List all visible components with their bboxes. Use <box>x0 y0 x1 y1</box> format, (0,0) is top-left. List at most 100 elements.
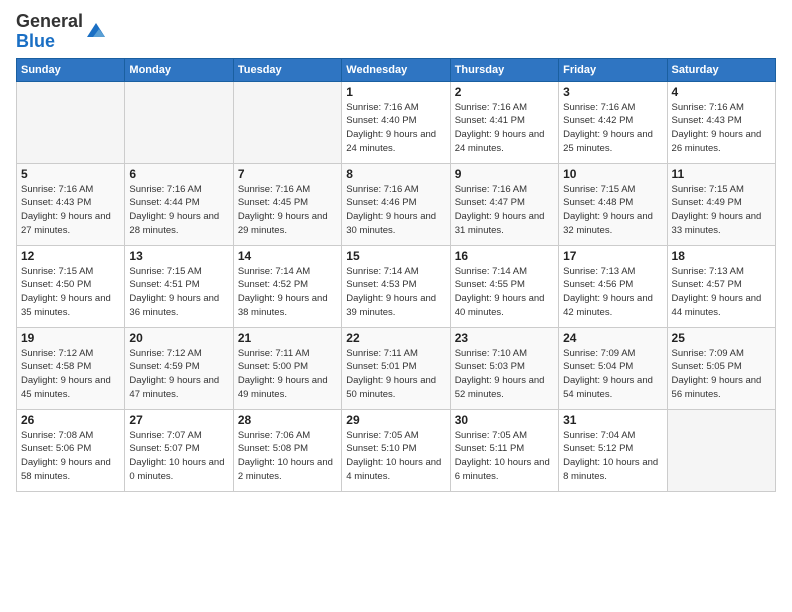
day-info: Sunrise: 7:14 AMSunset: 4:55 PMDaylight:… <box>455 265 554 320</box>
calendar-cell <box>233 81 341 163</box>
day-number: 1 <box>346 85 445 99</box>
header-friday: Friday <box>559 58 667 81</box>
page: General Blue SundayMondayTuesdayWednesda… <box>0 0 792 612</box>
day-info: Sunrise: 7:16 AMSunset: 4:40 PMDaylight:… <box>346 101 445 156</box>
week-row-5: 26 Sunrise: 7:08 AMSunset: 5:06 PMDayligh… <box>17 409 776 491</box>
calendar-cell: 20 Sunrise: 7:12 AMSunset: 4:59 PMDayligh… <box>125 327 233 409</box>
calendar-cell: 3 Sunrise: 7:16 AMSunset: 4:42 PMDaylight… <box>559 81 667 163</box>
day-info: Sunrise: 7:16 AMSunset: 4:47 PMDaylight:… <box>455 183 554 238</box>
day-number: 7 <box>238 167 337 181</box>
day-number: 16 <box>455 249 554 263</box>
calendar-cell <box>17 81 125 163</box>
day-info: Sunrise: 7:16 AMSunset: 4:41 PMDaylight:… <box>455 101 554 156</box>
calendar-cell <box>125 81 233 163</box>
day-number: 9 <box>455 167 554 181</box>
header-wednesday: Wednesday <box>342 58 450 81</box>
calendar-cell: 23 Sunrise: 7:10 AMSunset: 5:03 PMDayligh… <box>450 327 558 409</box>
calendar-cell: 30 Sunrise: 7:05 AMSunset: 5:11 PMDayligh… <box>450 409 558 491</box>
day-info: Sunrise: 7:15 AMSunset: 4:51 PMDaylight:… <box>129 265 228 320</box>
day-info: Sunrise: 7:04 AMSunset: 5:12 PMDaylight:… <box>563 429 662 484</box>
calendar-cell: 2 Sunrise: 7:16 AMSunset: 4:41 PMDaylight… <box>450 81 558 163</box>
calendar-cell: 17Sunrise: 7:13 AMSunset: 4:56 PMDayligh… <box>559 245 667 327</box>
calendar-cell: 6 Sunrise: 7:16 AMSunset: 4:44 PMDaylight… <box>125 163 233 245</box>
calendar-cell: 21 Sunrise: 7:11 AMSunset: 5:00 PMDayligh… <box>233 327 341 409</box>
logo-general: General <box>16 11 83 31</box>
day-number: 23 <box>455 331 554 345</box>
day-number: 6 <box>129 167 228 181</box>
day-info: Sunrise: 7:06 AMSunset: 5:08 PMDaylight:… <box>238 429 337 484</box>
calendar-cell: 18 Sunrise: 7:13 AMSunset: 4:57 PMDayligh… <box>667 245 775 327</box>
day-number: 12 <box>21 249 120 263</box>
day-info: Sunrise: 7:13 AMSunset: 4:57 PMDaylight:… <box>672 265 771 320</box>
header-sunday: Sunday <box>17 58 125 81</box>
day-number: 20 <box>129 331 228 345</box>
day-info: Sunrise: 7:14 AMSunset: 4:53 PMDaylight:… <box>346 265 445 320</box>
day-info: Sunrise: 7:05 AMSunset: 5:10 PMDaylight:… <box>346 429 445 484</box>
calendar-cell: 5 Sunrise: 7:16 AMSunset: 4:43 PMDaylight… <box>17 163 125 245</box>
calendar-cell: 24Sunrise: 7:09 AMSunset: 5:04 PMDayligh… <box>559 327 667 409</box>
day-number: 30 <box>455 413 554 427</box>
header: General Blue <box>16 12 776 52</box>
day-number: 28 <box>238 413 337 427</box>
week-row-3: 12Sunrise: 7:15 AMSunset: 4:50 PMDayligh… <box>17 245 776 327</box>
logo: General Blue <box>16 12 107 52</box>
day-number: 3 <box>563 85 662 99</box>
calendar-cell: 28 Sunrise: 7:06 AMSunset: 5:08 PMDayligh… <box>233 409 341 491</box>
calendar-cell: 27 Sunrise: 7:07 AMSunset: 5:07 PMDayligh… <box>125 409 233 491</box>
day-number: 26 <box>21 413 120 427</box>
calendar-cell: 22 Sunrise: 7:11 AMSunset: 5:01 PMDayligh… <box>342 327 450 409</box>
calendar-header-row: SundayMondayTuesdayWednesdayThursdayFrid… <box>17 58 776 81</box>
week-row-4: 19Sunrise: 7:12 AMSunset: 4:58 PMDayligh… <box>17 327 776 409</box>
calendar-cell: 15 Sunrise: 7:14 AMSunset: 4:53 PMDayligh… <box>342 245 450 327</box>
day-number: 10 <box>563 167 662 181</box>
day-info: Sunrise: 7:14 AMSunset: 4:52 PMDaylight:… <box>238 265 337 320</box>
day-number: 4 <box>672 85 771 99</box>
day-info: Sunrise: 7:09 AMSunset: 5:05 PMDaylight:… <box>672 347 771 402</box>
day-info: Sunrise: 7:16 AMSunset: 4:42 PMDaylight:… <box>563 101 662 156</box>
day-info: Sunrise: 7:05 AMSunset: 5:11 PMDaylight:… <box>455 429 554 484</box>
day-number: 2 <box>455 85 554 99</box>
day-number: 5 <box>21 167 120 181</box>
day-info: Sunrise: 7:15 AMSunset: 4:49 PMDaylight:… <box>672 183 771 238</box>
day-number: 22 <box>346 331 445 345</box>
header-thursday: Thursday <box>450 58 558 81</box>
calendar-cell: 26 Sunrise: 7:08 AMSunset: 5:06 PMDayligh… <box>17 409 125 491</box>
day-number: 21 <box>238 331 337 345</box>
header-tuesday: Tuesday <box>233 58 341 81</box>
logo-icon <box>85 19 107 41</box>
day-number: 31 <box>563 413 662 427</box>
calendar-cell: 1 Sunrise: 7:16 AMSunset: 4:40 PMDaylight… <box>342 81 450 163</box>
calendar-cell: 11Sunrise: 7:15 AMSunset: 4:49 PMDayligh… <box>667 163 775 245</box>
calendar-cell: 9 Sunrise: 7:16 AMSunset: 4:47 PMDaylight… <box>450 163 558 245</box>
day-info: Sunrise: 7:16 AMSunset: 4:43 PMDaylight:… <box>21 183 120 238</box>
logo-blue: Blue <box>16 31 55 51</box>
calendar-cell: 25Sunrise: 7:09 AMSunset: 5:05 PMDayligh… <box>667 327 775 409</box>
day-info: Sunrise: 7:10 AMSunset: 5:03 PMDaylight:… <box>455 347 554 402</box>
calendar: SundayMondayTuesdayWednesdayThursdayFrid… <box>16 58 776 492</box>
calendar-cell: 12Sunrise: 7:15 AMSunset: 4:50 PMDayligh… <box>17 245 125 327</box>
day-number: 27 <box>129 413 228 427</box>
day-info: Sunrise: 7:07 AMSunset: 5:07 PMDaylight:… <box>129 429 228 484</box>
calendar-cell: 29 Sunrise: 7:05 AMSunset: 5:10 PMDayligh… <box>342 409 450 491</box>
day-info: Sunrise: 7:11 AMSunset: 5:01 PMDaylight:… <box>346 347 445 402</box>
calendar-cell: 14 Sunrise: 7:14 AMSunset: 4:52 PMDayligh… <box>233 245 341 327</box>
day-info: Sunrise: 7:09 AMSunset: 5:04 PMDaylight:… <box>563 347 662 402</box>
day-info: Sunrise: 7:16 AMSunset: 4:43 PMDaylight:… <box>672 101 771 156</box>
calendar-cell: 7Sunrise: 7:16 AMSunset: 4:45 PMDaylight… <box>233 163 341 245</box>
day-info: Sunrise: 7:12 AMSunset: 4:58 PMDaylight:… <box>21 347 120 402</box>
day-info: Sunrise: 7:16 AMSunset: 4:44 PMDaylight:… <box>129 183 228 238</box>
calendar-cell: 19Sunrise: 7:12 AMSunset: 4:58 PMDayligh… <box>17 327 125 409</box>
day-info: Sunrise: 7:12 AMSunset: 4:59 PMDaylight:… <box>129 347 228 402</box>
calendar-cell: 4 Sunrise: 7:16 AMSunset: 4:43 PMDaylight… <box>667 81 775 163</box>
day-number: 14 <box>238 249 337 263</box>
week-row-1: 1 Sunrise: 7:16 AMSunset: 4:40 PMDaylight… <box>17 81 776 163</box>
header-monday: Monday <box>125 58 233 81</box>
day-number: 18 <box>672 249 771 263</box>
day-number: 29 <box>346 413 445 427</box>
calendar-cell: 13Sunrise: 7:15 AMSunset: 4:51 PMDayligh… <box>125 245 233 327</box>
day-number: 8 <box>346 167 445 181</box>
day-info: Sunrise: 7:11 AMSunset: 5:00 PMDaylight:… <box>238 347 337 402</box>
day-number: 15 <box>346 249 445 263</box>
calendar-cell: 8Sunrise: 7:16 AMSunset: 4:46 PMDaylight… <box>342 163 450 245</box>
day-info: Sunrise: 7:08 AMSunset: 5:06 PMDaylight:… <box>21 429 120 484</box>
